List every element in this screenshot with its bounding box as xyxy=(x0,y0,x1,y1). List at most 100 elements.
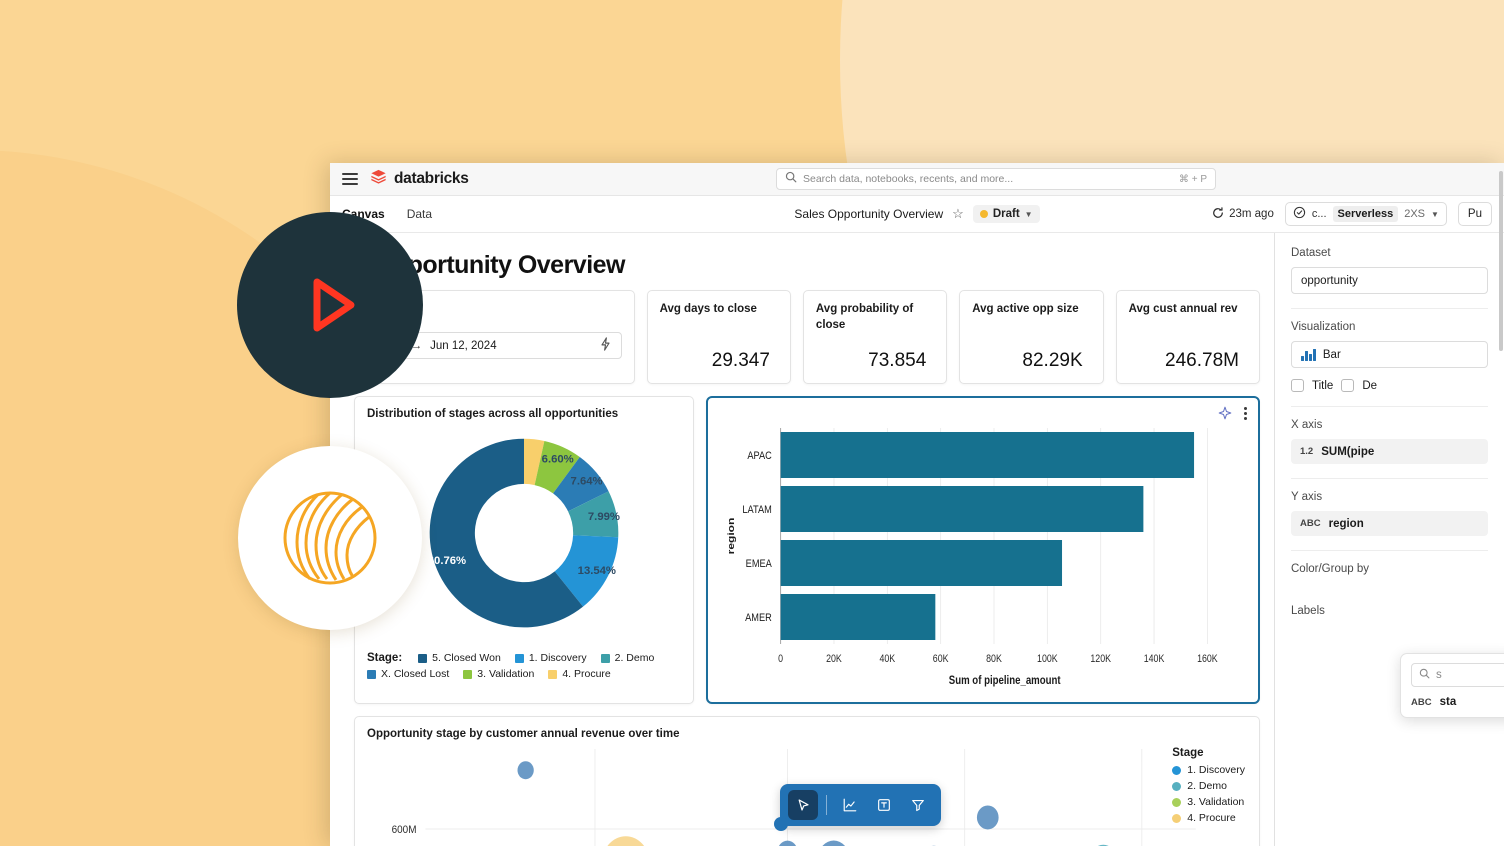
dashboard-title: s Opportunity Overview xyxy=(354,251,626,279)
bar-chart-card[interactable]: 0 20K 40K 60K 80K 100K 120K 140K 160K APAC LATAM EM… xyxy=(706,396,1260,704)
status-badge[interactable]: Draft ▼ xyxy=(972,205,1040,223)
legend-label: 4. Procure xyxy=(1187,812,1236,824)
pointer-tool-button[interactable] xyxy=(788,790,818,820)
toolbar-right-group: 23m ago c... Serverless 2XS ▼ Pu xyxy=(1212,202,1492,226)
canvas-area: s Opportunity Overview d between 2024 → … xyxy=(330,233,1274,846)
kpi-value: 73.854 xyxy=(868,350,927,371)
spiral-logo-icon xyxy=(283,491,377,585)
legend-item[interactable]: 3. Validation xyxy=(1172,796,1245,808)
legend-item[interactable]: 4. Procure xyxy=(1172,812,1245,824)
filter-tool-button[interactable] xyxy=(903,790,933,820)
star-icon[interactable]: ☆ xyxy=(952,206,964,222)
legend-swatch xyxy=(600,653,610,663)
string-type-icon: ABC xyxy=(1300,518,1321,529)
kpi-label: Avg cust annual rev xyxy=(1128,303,1238,315)
ai-sparkle-icon[interactable] xyxy=(1218,406,1232,422)
tab-data[interactable]: Data xyxy=(407,207,432,221)
legend-swatch xyxy=(418,653,428,663)
search-icon xyxy=(1419,668,1430,682)
check-circle-icon xyxy=(1293,206,1306,222)
publish-button[interactable]: Pu xyxy=(1457,202,1492,226)
legend-item[interactable]: 2. Demo xyxy=(600,652,654,664)
scatter-point[interactable] xyxy=(602,836,649,846)
field-search-input[interactable]: s xyxy=(1411,663,1504,687)
legend-item[interactable]: 1. Discovery xyxy=(1172,764,1245,776)
visualization-select[interactable]: Bar xyxy=(1291,341,1488,368)
field-picker-popover: s ABC sta xyxy=(1400,653,1504,718)
donut-slice-label: 7.64% xyxy=(571,475,603,487)
databricks-app-window: databricks Canvas Data Sales Opportunity… xyxy=(330,163,1504,846)
divider xyxy=(1291,478,1488,479)
dataset-label: Dataset xyxy=(1291,247,1331,259)
legend-item[interactable]: 2. Demo xyxy=(1172,780,1245,792)
visualization-value: Bar xyxy=(1322,348,1341,361)
visualization-options: Title De xyxy=(1291,379,1488,392)
legend-swatch xyxy=(548,669,558,679)
global-search-input[interactable]: Search data, notebooks, recents, and mor… xyxy=(776,168,1216,190)
status-label: Draft xyxy=(992,208,1020,220)
app-body: s Opportunity Overview d between 2024 → … xyxy=(330,171,1504,846)
spiral-logo-badge xyxy=(238,446,422,630)
canvas-scrollbar[interactable] xyxy=(1499,163,1504,846)
legend-item[interactable]: 1. Discovery xyxy=(514,652,587,664)
more-vertical-icon[interactable] xyxy=(1242,405,1249,422)
chart-tool-button[interactable] xyxy=(835,790,865,820)
y-axis-tick-label: APAC xyxy=(747,450,772,462)
title-checkbox[interactable] xyxy=(1291,379,1304,392)
divider xyxy=(1291,308,1488,309)
scatter-point[interactable] xyxy=(517,761,534,780)
legend-title: Stage xyxy=(1172,747,1204,759)
x-axis-tick-label: 60K xyxy=(933,653,949,665)
x-axis-tick-label: 80K xyxy=(986,653,1002,665)
kpi-value: 246.78M xyxy=(1165,350,1239,371)
legend-swatch xyxy=(1172,813,1182,823)
dataset-select[interactable]: opportunity xyxy=(1291,267,1488,294)
kpi-card: Avg active opp size 82.29K xyxy=(959,290,1104,384)
refresh-status[interactable]: 23m ago xyxy=(1212,206,1274,222)
kpi-label: Avg probability of close xyxy=(815,303,914,331)
play-button-badge[interactable] xyxy=(237,212,423,398)
donut-chart-legend: Stage: 5. Closed Won 1. Discovery 2. Demo X… xyxy=(367,652,681,680)
field-option-label: sta xyxy=(1439,696,1457,708)
visualization-label: Visualization xyxy=(1291,321,1356,333)
y-axis-tick-label: AMER xyxy=(745,612,772,624)
compute-selector[interactable]: c... Serverless 2XS ▼ xyxy=(1284,202,1447,226)
legend-item[interactable]: 5. Closed Won xyxy=(418,652,501,664)
bar-chart-tools xyxy=(1218,405,1249,422)
text-tool-button[interactable] xyxy=(869,790,899,820)
bar[interactable] xyxy=(780,486,1144,532)
scatter-chart-card[interactable]: Opportunity stage by customer annual rev… xyxy=(354,716,1260,846)
legend-item[interactable]: 3. Validation xyxy=(463,668,534,680)
legend-swatch xyxy=(514,653,524,663)
x-axis-title: Sum of pipeline_amount xyxy=(949,674,1061,687)
bar[interactable] xyxy=(780,432,1195,478)
description-checkbox[interactable] xyxy=(1341,379,1355,392)
legend-item[interactable]: 4. Procure xyxy=(548,668,611,680)
x-axis-tick-label: 140K xyxy=(1144,653,1165,665)
y-axis-tick-label: 600M xyxy=(392,825,417,837)
refresh-label: 23m ago xyxy=(1229,208,1274,220)
scatter-point[interactable] xyxy=(778,840,798,846)
scatter-point[interactable] xyxy=(818,840,849,846)
lightning-icon[interactable] xyxy=(599,337,612,354)
refresh-icon xyxy=(1212,206,1224,222)
compute-name: c... xyxy=(1311,208,1327,220)
bar[interactable] xyxy=(780,594,936,640)
bar[interactable] xyxy=(780,540,1063,586)
x-axis-field[interactable]: 1.2 SUM(pipe xyxy=(1291,439,1488,464)
hamburger-icon[interactable] xyxy=(342,173,358,185)
donut-slice-label: 6.60% xyxy=(542,454,574,466)
donut-slice-label: 7.99% xyxy=(588,511,620,523)
legend-label: 4. Procure xyxy=(562,668,611,680)
scrollbar-thumb[interactable] xyxy=(1499,171,1503,351)
y-axis-field[interactable]: ABC region xyxy=(1291,511,1488,536)
kpi-card: Avg days to close 29.347 xyxy=(646,290,791,384)
legend-item[interactable]: X. Closed Lost xyxy=(367,668,449,680)
legend-label: 3. Validation xyxy=(1187,796,1245,808)
scatter-chart-legend: Stage 1. Discovery 2. Demo 3. Validation 4.… xyxy=(1172,747,1245,828)
search-icon xyxy=(785,170,797,188)
brand[interactable]: databricks xyxy=(370,168,469,190)
field-option-stage[interactable]: ABC sta xyxy=(1411,696,1504,708)
scatter-point[interactable] xyxy=(976,805,999,830)
description-checkbox-label: De xyxy=(1362,379,1378,392)
